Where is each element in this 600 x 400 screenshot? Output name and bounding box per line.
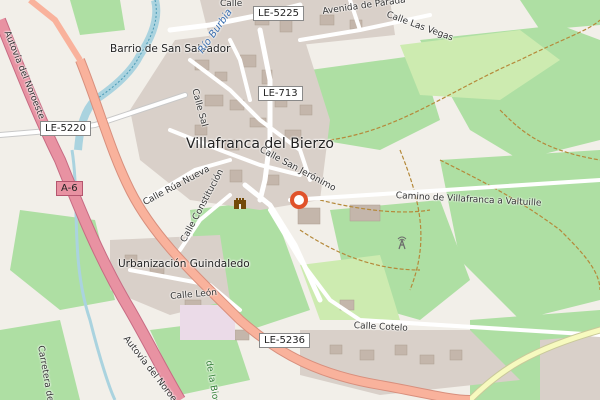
castle-icon[interactable]	[233, 196, 247, 210]
road-shield-le713: LE-713	[258, 86, 303, 101]
location-marker[interactable]	[290, 191, 308, 209]
communication-tower-icon[interactable]	[395, 236, 409, 250]
place-label-urbanizacion: Urbanización Guindaledo	[118, 258, 250, 270]
map-canvas[interactable]: Barrio de San Salvador Villafranca del B…	[0, 0, 600, 400]
road-label-calle-top: Calle	[220, 0, 243, 9]
primary-road-north	[28, 0, 83, 62]
road-shield-le5220: LE-5220	[40, 121, 91, 136]
road-shield-le5225: LE-5225	[253, 6, 304, 21]
place-label-barrio: Barrio de San Salvador	[110, 43, 231, 55]
road-shield-a6: A-6	[56, 181, 83, 196]
road-shield-le5236: LE-5236	[259, 333, 310, 348]
